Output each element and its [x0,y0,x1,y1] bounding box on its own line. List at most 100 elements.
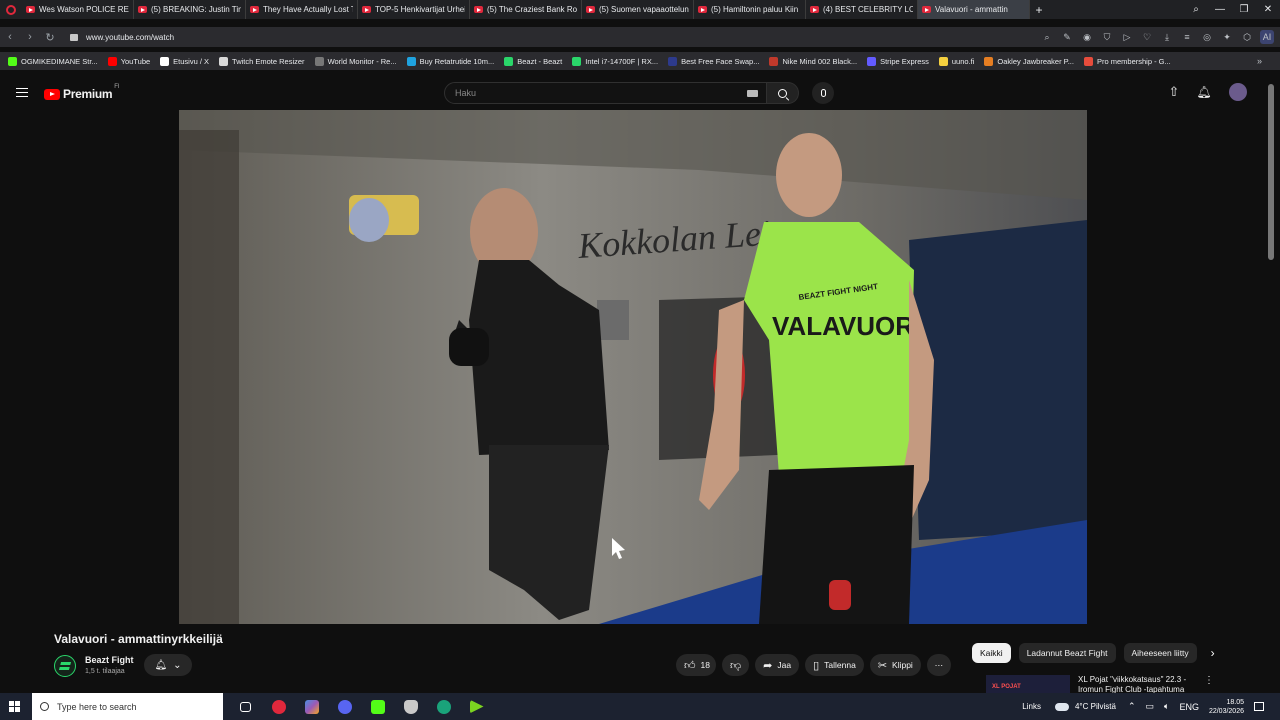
extension-icon[interactable]: ✦ [1220,30,1234,44]
video-player[interactable]: Kokkolan Leipu BEAZT FIGHT NIGHT VALAVUO… [179,110,1087,624]
bookmark-label: YouTube [120,56,151,66]
search-icon [40,702,49,711]
bookmark-item[interactable]: World Monitor - Re... [314,56,397,66]
discord-icon[interactable] [328,693,361,720]
bookmark-item[interactable]: Nike Mind 002 Black... [769,56,857,66]
search-page-icon[interactable]: ⌕ [1040,30,1054,44]
url-field[interactable]: www.youtube.com/watch [86,33,174,42]
heart-icon[interactable]: ♡ [1140,30,1154,44]
recommendation-title[interactable]: XL Pojat "viikkokatsaus" 22.3 - Iromun F… [1078,675,1196,693]
weather-widget[interactable]: 4°C Pilvistä [1075,702,1116,711]
task-view-icon[interactable] [229,693,262,720]
notifications-bell-icon[interactable]: 🔔︎ [1196,84,1212,100]
bookmark-item[interactable]: Stripe Express [867,56,929,66]
share-button[interactable]: ➦ Jaa [755,654,800,676]
browser-tab[interactable]: They Have Actually Lost T [246,0,358,19]
more-actions-button[interactable]: ⋯ [926,654,951,676]
chip-list: Kaikki Ladannut Beazt Fight Aiheeseen liit… [972,643,1197,663]
subscribed-notifications-button[interactable]: 🔔︎ ⌄ [144,654,192,676]
filter-chip[interactable]: Ladannut Beazt Fight [1018,643,1116,663]
bookmark-item[interactable]: Beazt - Beazt [504,56,562,66]
network-icon[interactable]: ▭ [1146,701,1155,712]
search-button[interactable] [767,82,799,104]
kick-icon[interactable] [361,693,394,720]
clip-button[interactable]: ✂ Klippi [869,654,921,676]
dislike-button[interactable]: 👎︎ [721,654,750,676]
youtube-logo[interactable]: Premium FI [44,84,120,101]
browser-tab[interactable]: TOP-5 Henkivartijat Urhei [358,0,470,19]
opera-icon[interactable] [262,693,295,720]
player-icon[interactable]: ▷ [1120,30,1134,44]
edge-icon[interactable] [427,693,460,720]
filter-chip[interactable]: Kaikki [972,643,1011,663]
like-button[interactable]: 👍︎ 18 [676,654,716,676]
keyboard-icon[interactable] [747,90,758,97]
camera-icon[interactable]: ◉ [1080,30,1094,44]
browser-tab[interactable]: (5) BREAKING: Justin Timb [134,0,246,19]
share-icon: ➦ [763,659,773,672]
clock[interactable]: 18.05 22/03/2026 [1209,698,1244,716]
channel-avatar[interactable] [54,655,76,677]
launcher-icon[interactable] [460,693,493,720]
cube-icon[interactable]: ⬡ [1240,30,1254,44]
download-icon[interactable]: ⤓ [1160,30,1174,44]
save-button[interactable]: ▯ Tallenna [805,654,864,676]
profile-icon[interactable]: ◎ [1200,30,1214,44]
recommendation-menu-icon[interactable]: ⋮ [1204,675,1214,686]
recommendation-thumbnail[interactable]: XL POJAT [986,675,1070,693]
minimize-icon[interactable]: — [1208,0,1232,19]
search-input[interactable] [455,88,735,98]
new-tab-button[interactable]: + [1030,3,1048,17]
chevron-right-icon[interactable]: › [1211,646,1215,660]
reload-icon[interactable]: ↻ [40,31,60,44]
close-window-icon[interactable]: ✕ [1256,0,1280,19]
menu-icon[interactable]: ≡ [1180,30,1194,44]
page-scrollbar[interactable] [1268,84,1274,260]
shield-icon[interactable]: ⛉ [1100,30,1114,44]
more-bookmarks-icon[interactable]: » [1257,56,1262,66]
windows-start-icon[interactable] [9,701,20,712]
forward-icon[interactable]: › [20,31,40,43]
browser-tab[interactable]: Valavuori - ammattin [918,0,1030,19]
avatar[interactable] [1229,83,1247,101]
upload-icon[interactable]: ⇧ [1166,84,1182,100]
bookmark-item[interactable]: Pro membership - G... [1083,56,1171,66]
edit-icon[interactable]: ✎ [1060,30,1074,44]
browser-tab[interactable]: (5) Suomen vapaaottelun [582,0,694,19]
browser-tab[interactable]: (5) Hamiltonin paluu Kiin [694,0,806,19]
lock-icon[interactable] [70,33,78,41]
bookmark-item[interactable]: OGMIKEDIMANE Str... [8,56,98,66]
app-icon[interactable] [295,693,328,720]
tab-title: Valavuori - ammattin [935,5,1008,14]
language-indicator[interactable]: ENG [1179,702,1199,712]
taskbar-apps [229,693,493,720]
restore-icon[interactable]: ❐ [1232,0,1256,19]
back-icon[interactable]: ‹ [0,31,20,43]
notification-center-icon[interactable] [1254,702,1264,711]
tab-title: (5) The Craziest Bank Robi [487,5,577,14]
browser-tab[interactable]: (4) BEST CELEBRITY LOOK [806,0,918,19]
channel-name[interactable]: Beazt Fight [85,655,134,665]
bookmark-item[interactable]: YouTube [107,56,151,66]
guide-menu-icon[interactable] [16,88,28,97]
browser-tab[interactable]: (5) The Craziest Bank Robi [470,0,582,19]
bookmark-item[interactable]: Buy Retatrutide 10m... [406,56,494,66]
bookmark-item[interactable]: Etusivu / X [160,56,209,66]
shield-app-icon[interactable] [394,693,427,720]
bookmark-item[interactable]: Twitch Emote Resizer [219,56,305,66]
aria-ai-button[interactable]: AI [1260,30,1274,44]
opera-menu-icon[interactable] [0,0,22,19]
volume-icon[interactable]: 🔈︎ [1164,701,1169,712]
filter-chip[interactable]: Aiheeseen liitty [1123,643,1197,663]
bookmark-item[interactable]: Intel i7-14700F | RX... [572,56,658,66]
chevron-up-icon[interactable]: ⌃ [1128,701,1136,712]
bookmark-item[interactable]: Best Free Face Swap... [668,56,759,66]
voice-search-button[interactable] [812,82,834,104]
bookmark-favicon-icon [938,56,948,66]
links-toolbar[interactable]: Links [1022,702,1041,711]
browser-tab[interactable]: Wes Watson POLICE REPO [22,0,134,19]
taskbar-search-input[interactable] [57,701,207,712]
bookmark-item[interactable]: Oakley Jawbreaker P... [984,56,1074,66]
bookmark-item[interactable]: uuno.fi [938,56,974,66]
tab-search-icon[interactable]: ⌕ [1184,0,1208,19]
